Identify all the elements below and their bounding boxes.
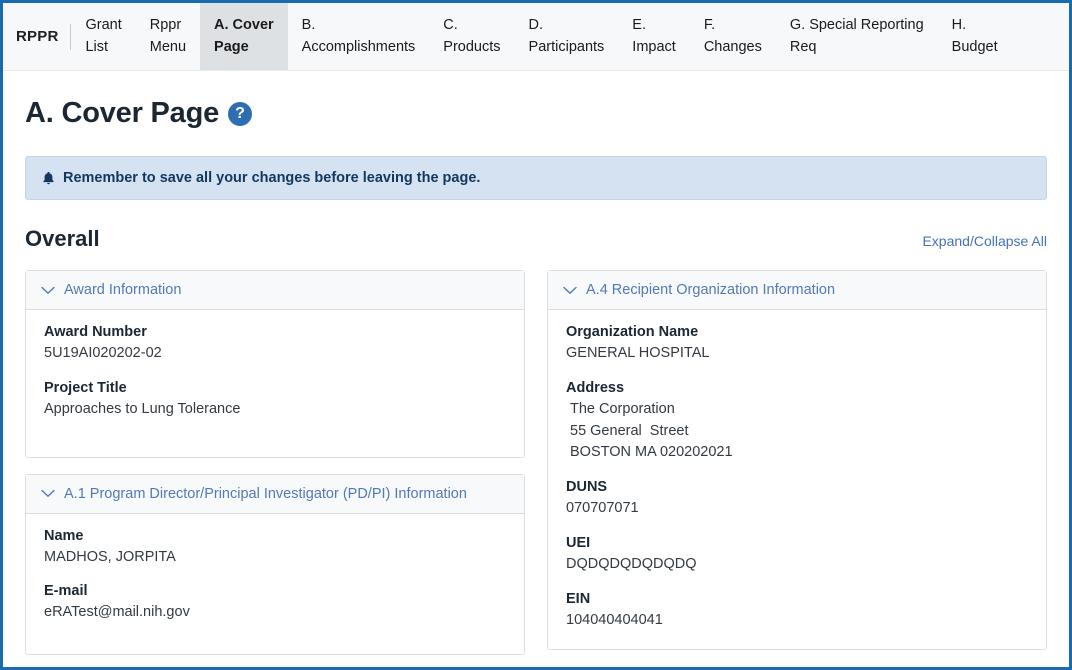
left-column: Award Information Award Number 5U19AI020… [25,270,525,655]
nav-tab-budget-line1: H. [952,15,998,36]
field-award-number-value: 5U19AI020202-02 [44,343,506,365]
nav-tab-grant-list[interactable]: Grant List [71,3,135,70]
app-window: RPPR Grant List Rppr Menu A. Cover Page [0,0,1072,670]
nav-tab-changes-line1: F. [704,15,762,36]
nav-tab-special-reporting-req-line2: Req [790,37,924,58]
field-organization-name: Organization Name GENERAL HOSPITAL [566,324,1028,365]
nav-tab-impact-line1: E. [632,15,676,36]
nav-tab-budget-line2: Budget [952,37,998,58]
card-pdpi-information: A.1 Program Director/Principal Investiga… [25,474,525,656]
section-header-row: Overall Expand/Collapse All [25,226,1047,252]
nav-tab-participants-line1: D. [529,15,605,36]
page-title-row: A. Cover Page ? [25,97,1047,130]
nav-tab-participants-line2: Participants [529,37,605,58]
field-ein-label: EIN [566,591,1028,607]
field-project-title-value: Approaches to Lung Tolerance [44,399,506,421]
card-body-recipient-organization: Organization Name GENERAL HOSPITAL Addre… [548,310,1046,649]
nav-tab-products-line2: Products [443,37,500,58]
bell-icon [42,171,55,186]
nav-tab-accomplishments-line2: Accomplishments [302,37,416,58]
field-address-value: The Corporation 55 General Street BOSTON… [566,399,1028,464]
section-title-overall: Overall [25,226,100,252]
cards-grid: Award Information Award Number 5U19AI020… [25,270,1047,655]
brand-label: RPPR [16,28,58,45]
field-award-number: Award Number 5U19AI020202-02 [44,324,506,365]
nav-tab-grant-list-line2: List [85,37,121,58]
page-content: A. Cover Page ? Remember to save all you… [3,97,1069,655]
nav-tab-impact-line2: Impact [632,37,676,58]
card-header-award-information[interactable]: Award Information [26,271,524,310]
nav-tab-changes[interactable]: F. Changes [690,3,776,70]
nav-tab-cover-page[interactable]: A. Cover Page [200,3,288,70]
nav-tab-changes-line2: Changes [704,37,762,58]
card-recipient-organization: A.4 Recipient Organization Information O… [547,270,1047,650]
field-pdpi-name-label: Name [44,528,506,544]
field-pdpi-name: Name MADHOS, JORPITA [44,528,506,569]
address-line-1: The Corporation [570,399,1028,421]
address-line-3: BOSTON MA 020202021 [570,442,1028,464]
field-organization-name-value: GENERAL HOSPITAL [566,343,1028,365]
nav-tab-accomplishments-line1: B. [302,15,416,36]
field-award-number-label: Award Number [44,324,506,340]
card-header-recipient-organization-title: A.4 Recipient Organization Information [586,282,835,298]
field-pdpi-email-value: eRATest@mail.nih.gov [44,602,506,624]
field-uei: UEI DQDQDQDQDQDQ [566,535,1028,576]
field-organization-name-label: Organization Name [566,324,1028,340]
field-project-title-label: Project Title [44,380,506,396]
card-header-pdpi-information[interactable]: A.1 Program Director/Principal Investiga… [26,475,524,514]
nav-tab-rppr-menu-line2: Menu [150,37,186,58]
page-title: A. Cover Page [25,97,219,130]
nav-tab-products[interactable]: C. Products [429,3,514,70]
nav-tab-special-reporting-req-line1: G. Special Reporting [790,15,924,36]
nav-tab-cover-page-line1: A. Cover [214,15,274,36]
chevron-down-icon [41,286,55,295]
card-header-pdpi-information-title: A.1 Program Director/Principal Investiga… [64,486,467,502]
right-column: A.4 Recipient Organization Information O… [547,270,1047,650]
nav-tab-special-reporting-req[interactable]: G. Special Reporting Req [776,3,938,70]
chevron-down-icon [563,286,577,295]
app-brand: RPPR [3,3,58,70]
card-body-award-information: Award Number 5U19AI020202-02 Project Tit… [26,310,524,457]
nav-tab-accomplishments[interactable]: B. Accomplishments [288,3,430,70]
field-address: Address The Corporation 55 General Stree… [566,380,1028,464]
field-uei-label: UEI [566,535,1028,551]
nav-tab-rppr-menu-line1: Rppr [150,15,186,36]
field-ein: EIN 104040404041 [566,591,1028,632]
card-header-recipient-organization[interactable]: A.4 Recipient Organization Information [548,271,1046,310]
card-award-information: Award Information Award Number 5U19AI020… [25,270,525,458]
top-navigation-bar: RPPR Grant List Rppr Menu A. Cover Page [3,3,1069,71]
nav-tab-rppr-menu[interactable]: Rppr Menu [136,3,200,70]
question-mark-icon[interactable]: ? [228,102,252,126]
field-uei-value: DQDQDQDQDQDQ [566,554,1028,576]
field-ein-value: 104040404041 [566,610,1028,632]
nav-tab-impact[interactable]: E. Impact [618,3,690,70]
card-header-award-information-title: Award Information [64,282,181,298]
field-duns: DUNS 070707071 [566,479,1028,520]
field-address-label: Address [566,380,1028,396]
field-project-title: Project Title Approaches to Lung Toleran… [44,380,506,421]
field-pdpi-email: E-mail eRATest@mail.nih.gov [44,583,506,624]
nav-items: Grant List Rppr Menu A. Cover Page B. [71,3,1069,70]
field-pdpi-email-label: E-mail [44,583,506,599]
chevron-down-icon [41,489,55,498]
nav-tab-grant-list-line1: Grant [85,15,121,36]
nav-tab-participants[interactable]: D. Participants [515,3,619,70]
save-reminder-text: Remember to save all your changes before… [63,170,480,186]
card-body-pdpi-information: Name MADHOS, JORPITA E-mail eRATest@mail… [26,514,524,655]
nav-tab-cover-page-line2: Page [214,37,274,58]
nav-tab-products-line1: C. [443,15,500,36]
field-pdpi-name-value: MADHOS, JORPITA [44,547,506,569]
field-duns-label: DUNS [566,479,1028,495]
save-reminder-banner: Remember to save all your changes before… [25,156,1047,200]
expand-collapse-all-link[interactable]: Expand/Collapse All [922,233,1047,249]
address-line-2: 55 General Street [570,421,1028,443]
nav-tab-budget[interactable]: H. Budget [938,3,1012,70]
field-duns-value: 070707071 [566,498,1028,520]
